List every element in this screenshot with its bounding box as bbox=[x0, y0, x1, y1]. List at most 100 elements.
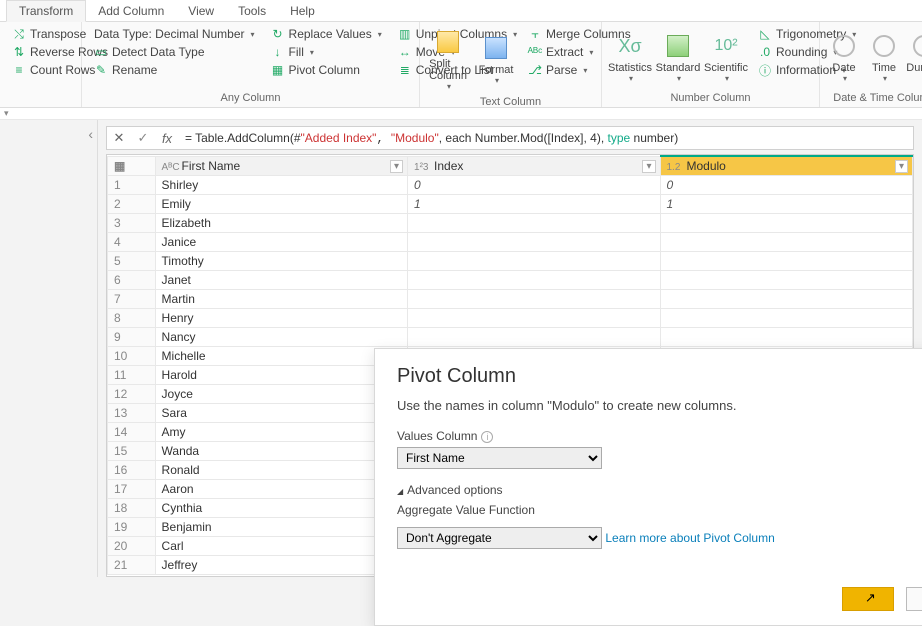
cell-first-name[interactable]: Emily bbox=[155, 195, 407, 214]
table-row[interactable]: 3Elizabeth bbox=[108, 214, 913, 233]
row-header-corner[interactable]: ▦ bbox=[108, 156, 156, 176]
row-number[interactable]: 5 bbox=[108, 252, 156, 271]
cell-index[interactable] bbox=[408, 328, 660, 347]
learn-more-link[interactable]: Learn more about Pivot Column bbox=[605, 531, 774, 545]
col-first-name[interactable]: AᴮCFirst Name▾ bbox=[155, 156, 407, 176]
accept-formula-button[interactable]: ✓ bbox=[131, 130, 155, 146]
cell-first-name[interactable]: Nancy bbox=[155, 328, 407, 347]
row-number[interactable]: 11 bbox=[108, 366, 156, 385]
row-number[interactable]: 18 bbox=[108, 499, 156, 518]
cell-first-name[interactable]: Sara bbox=[155, 404, 407, 423]
filter-icon[interactable]: ▾ bbox=[642, 160, 655, 173]
cell-index[interactable] bbox=[408, 271, 660, 290]
cell-modulo[interactable] bbox=[660, 309, 913, 328]
row-number[interactable]: 21 bbox=[108, 556, 156, 575]
aggregate-select[interactable]: Don't Aggregate bbox=[397, 527, 602, 549]
row-number[interactable]: 2 bbox=[108, 195, 156, 214]
cell-first-name[interactable]: Henry bbox=[155, 309, 407, 328]
cell-first-name[interactable]: Harold bbox=[155, 366, 407, 385]
table-row[interactable]: 4Janice bbox=[108, 233, 913, 252]
cell-first-name[interactable]: Michelle bbox=[155, 347, 407, 366]
table-row[interactable]: 1Shirley00 bbox=[108, 176, 913, 195]
cell-modulo[interactable] bbox=[660, 271, 913, 290]
row-number[interactable]: 19 bbox=[108, 518, 156, 537]
cell-index[interactable] bbox=[408, 233, 660, 252]
cell-first-name[interactable]: Janice bbox=[155, 233, 407, 252]
chevron-down-icon[interactable]: ▾ bbox=[4, 108, 9, 119]
table-row[interactable]: 2Emily11 bbox=[108, 195, 913, 214]
cell-modulo[interactable] bbox=[660, 214, 913, 233]
cell-index[interactable]: 0 bbox=[408, 176, 660, 195]
cell-modulo[interactable]: 0 bbox=[660, 176, 913, 195]
cell-modulo[interactable] bbox=[660, 328, 913, 347]
table-row[interactable]: 9Nancy bbox=[108, 328, 913, 347]
standard-button[interactable]: Standard▾ bbox=[654, 24, 702, 91]
advanced-toggle[interactable]: Advanced options bbox=[397, 483, 922, 497]
cell-first-name[interactable]: Amy bbox=[155, 423, 407, 442]
cell-first-name[interactable]: Elizabeth bbox=[155, 214, 407, 233]
cell-modulo[interactable] bbox=[660, 233, 913, 252]
cell-first-name[interactable]: Benjamin bbox=[155, 518, 407, 537]
row-number[interactable]: 10 bbox=[108, 347, 156, 366]
data-type-button[interactable]: Data Type: Decimal Number▾ bbox=[90, 26, 259, 42]
row-number[interactable]: 17 bbox=[108, 480, 156, 499]
date-button[interactable]: Date▾ bbox=[824, 24, 864, 91]
split-column-button[interactable]: Split Column▾ bbox=[424, 24, 472, 95]
cell-index[interactable] bbox=[408, 309, 660, 328]
formula-input[interactable]: = Table.AddColumn(#"Added Index", "Modul… bbox=[179, 129, 913, 148]
cell-first-name[interactable]: Aaron bbox=[155, 480, 407, 499]
cell-first-name[interactable]: Jeffrey bbox=[155, 556, 407, 575]
filter-icon[interactable]: ▾ bbox=[895, 160, 908, 173]
cell-modulo[interactable]: 1 bbox=[660, 195, 913, 214]
duration-button[interactable]: Duratio▾ bbox=[904, 24, 922, 91]
cell-first-name[interactable]: Martin bbox=[155, 290, 407, 309]
cell-index[interactable] bbox=[408, 290, 660, 309]
filter-icon[interactable]: ▾ bbox=[390, 160, 403, 173]
cell-first-name[interactable]: Joyce bbox=[155, 385, 407, 404]
time-button[interactable]: Time▾ bbox=[864, 24, 904, 91]
row-number[interactable]: 13 bbox=[108, 404, 156, 423]
tab-help[interactable]: Help bbox=[278, 1, 327, 21]
row-number[interactable]: 15 bbox=[108, 442, 156, 461]
tab-tools[interactable]: Tools bbox=[226, 1, 278, 21]
cell-modulo[interactable] bbox=[660, 252, 913, 271]
row-number[interactable]: 12 bbox=[108, 385, 156, 404]
rename-button[interactable]: ✎Rename bbox=[90, 62, 259, 78]
cancel-button[interactable]: Cancel bbox=[906, 587, 922, 611]
row-number[interactable]: 8 bbox=[108, 309, 156, 328]
scientific-button[interactable]: 10²Scientific▾ bbox=[702, 24, 750, 91]
pivot-column-button[interactable]: ▦Pivot Column bbox=[267, 62, 386, 78]
cell-index[interactable] bbox=[408, 252, 660, 271]
collapse-icon[interactable]: ‹ bbox=[88, 126, 93, 142]
replace-values-button[interactable]: ↻Replace Values▾ bbox=[267, 26, 386, 42]
cell-first-name[interactable]: Cynthia bbox=[155, 499, 407, 518]
row-number[interactable]: 4 bbox=[108, 233, 156, 252]
col-modulo[interactable]: 1.2Modulo▾ bbox=[660, 156, 913, 176]
table-row[interactable]: 6Janet bbox=[108, 271, 913, 290]
table-row[interactable]: 7Martin bbox=[108, 290, 913, 309]
table-row[interactable]: 5Timothy bbox=[108, 252, 913, 271]
row-number[interactable]: 3 bbox=[108, 214, 156, 233]
tab-view[interactable]: View bbox=[176, 1, 226, 21]
cancel-formula-button[interactable]: ✕ bbox=[107, 130, 131, 146]
info-icon[interactable]: i bbox=[481, 431, 493, 443]
row-number[interactable]: 20 bbox=[108, 537, 156, 556]
cell-first-name[interactable]: Janet bbox=[155, 271, 407, 290]
table-row[interactable]: 8Henry bbox=[108, 309, 913, 328]
cell-first-name[interactable]: Wanda bbox=[155, 442, 407, 461]
tab-add-column[interactable]: Add Column bbox=[86, 1, 176, 21]
cell-index[interactable]: 1 bbox=[408, 195, 660, 214]
row-number[interactable]: 1 bbox=[108, 176, 156, 195]
values-column-select[interactable]: First Name bbox=[397, 447, 602, 469]
cell-first-name[interactable]: Shirley bbox=[155, 176, 407, 195]
fx-icon[interactable]: fx bbox=[155, 131, 179, 146]
format-button[interactable]: Format▾ bbox=[472, 24, 520, 95]
row-number[interactable]: 16 bbox=[108, 461, 156, 480]
col-index[interactable]: 1²3Index▾ bbox=[408, 156, 660, 176]
tab-transform[interactable]: Transform bbox=[6, 0, 86, 22]
cell-index[interactable] bbox=[408, 214, 660, 233]
cell-first-name[interactable]: Timothy bbox=[155, 252, 407, 271]
ok-button[interactable] bbox=[842, 587, 894, 611]
row-number[interactable]: 14 bbox=[108, 423, 156, 442]
detect-type-button[interactable]: ▭Detect Data Type bbox=[90, 44, 259, 60]
